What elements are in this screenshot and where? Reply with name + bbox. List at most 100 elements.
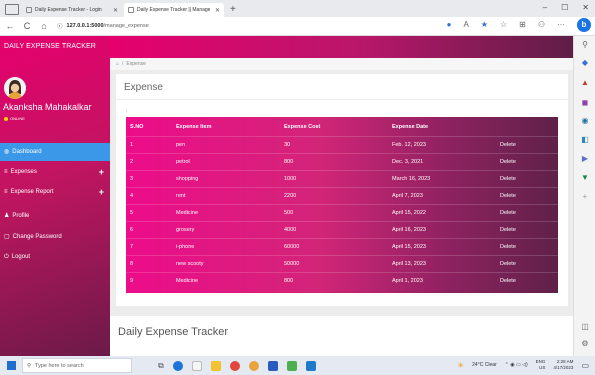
sidebar-item-label: Expense Report (10, 189, 54, 195)
split-screen-icon[interactable]: ◫ (580, 322, 590, 332)
delete-link[interactable]: Delete (500, 188, 516, 204)
table-header-row: S.NO Expense Item Expense Cost Expense D… (126, 117, 558, 136)
games-icon[interactable]: ◼ (580, 98, 590, 108)
new-tab-button[interactable]: + (230, 4, 236, 15)
window-controls: – ☐ ✕ (543, 3, 589, 12)
windows-logo-icon (6, 361, 16, 370)
store-icon[interactable] (305, 360, 316, 371)
site-info-icon[interactable]: ⓘ (57, 22, 63, 30)
back-button[interactable]: ← (3, 21, 17, 31)
delete-link[interactable]: Delete (500, 273, 516, 289)
notification-icon[interactable]: ▭ (581, 361, 589, 370)
edge-icon[interactable] (172, 360, 183, 371)
drop-icon[interactable]: ▶ (580, 154, 590, 164)
header-sno: S.NO (130, 123, 144, 130)
read-aloud-icon[interactable]: A (463, 20, 468, 29)
table-row: 3 shopping 1000 March 16, 2023 Delete (126, 170, 558, 187)
settings-gear-icon[interactable]: ⚙ (580, 339, 590, 349)
extension-icon[interactable]: ● (447, 20, 452, 29)
task-view-icon[interactable]: ⧉ (158, 361, 164, 371)
tree-icon[interactable]: ▼ (580, 173, 590, 183)
taskbar-search-field[interactable]: ⚲ Type here to search (22, 358, 132, 373)
sidebar-item-label: Dashboard (12, 149, 42, 155)
favorites-icon[interactable]: ☆ (500, 20, 507, 29)
expand-plus-icon[interactable]: + (99, 163, 104, 181)
clipboard-icon: ▢ (4, 234, 10, 240)
maximize-button[interactable]: ☐ (561, 3, 568, 12)
list-icon: ≡ (4, 189, 8, 195)
cell-date: Dec. 3, 2021 (392, 159, 424, 165)
cell-item: rent (176, 193, 186, 199)
opera-icon[interactable] (229, 360, 240, 371)
delete-link[interactable]: Delete (500, 137, 516, 153)
files-icon[interactable] (191, 360, 202, 371)
header-cost: Expense Cost (284, 123, 321, 130)
start-button[interactable] (0, 356, 22, 375)
delete-link[interactable]: Delete (500, 239, 516, 255)
tray-icons[interactable]: ⌃ ◉ ▭ ◁) (505, 362, 528, 368)
home-button[interactable]: ⌂ (37, 21, 51, 31)
more-menu-icon[interactable]: ··· (557, 20, 565, 29)
avatar (4, 77, 26, 99)
cell-item: petrol (176, 159, 190, 165)
search-icon[interactable]: ⚲ (580, 40, 590, 50)
collections-icon[interactable]: ⊞ (519, 20, 526, 29)
tools-icon[interactable]: ▲ (580, 78, 590, 88)
add-sidebar-app-icon[interactable]: + (580, 192, 590, 202)
tab-close-icon[interactable]: ✕ (113, 7, 118, 14)
outlook-icon[interactable]: ◧ (580, 135, 590, 145)
delete-link[interactable]: Delete (500, 154, 516, 170)
tab-login[interactable]: Daily Expense Tracker - Login ✕ (22, 3, 122, 17)
tab-actions-icon[interactable] (5, 4, 19, 15)
sidebar-item-profile[interactable]: ♟ Profile (0, 207, 110, 225)
table-row: 4 rent 2200 April 7, 2023 Delete (126, 187, 558, 204)
clock[interactable]: 2:28 AM 4/17/2023 (553, 359, 573, 371)
online-dot-icon (4, 116, 8, 121)
sidebar-item-label: Change Password (12, 234, 62, 240)
url-field[interactable]: ⓘ 127.0.0.1:5000 /manage_expense (57, 20, 387, 33)
app-sidebar: DAILY EXPENSE TRACKER Akanksha Mahakalka… (0, 36, 110, 356)
app-brand[interactable]: DAILY EXPENSE TRACKER (0, 36, 110, 58)
table-row: 2 petrol 800 Dec. 3, 2021 Delete (126, 153, 558, 170)
breadcrumb-current: Expense (126, 61, 146, 67)
favorite-star-icon[interactable]: ★ (481, 20, 488, 29)
close-window-button[interactable]: ✕ (582, 3, 589, 12)
sidebar-item-expenses[interactable]: ≡ Expenses + (0, 163, 110, 181)
delete-link[interactable]: Delete (500, 171, 516, 187)
cell-item: grosery (176, 227, 195, 233)
weather-text[interactable]: 24°C Clear (472, 362, 497, 368)
table-row: 7 i-phone 60000 April 15, 2023 Delete (126, 238, 558, 255)
sidebar-item-logout[interactable]: ⏻ Logout (0, 248, 110, 266)
home-icon[interactable]: ⌂ (116, 58, 119, 70)
delete-link[interactable]: Delete (500, 222, 516, 238)
cell-date: April 15, 2023 (392, 244, 426, 250)
minimize-button[interactable]: – (543, 3, 547, 12)
vscode-icon[interactable] (267, 360, 278, 371)
refresh-button[interactable]: C (20, 21, 34, 31)
cell-date: March 16, 2023 (392, 176, 431, 182)
sidebar-item-change-password[interactable]: ▢ Change Password (0, 228, 110, 246)
tab-label: Daily Expense Tracker || Manage (137, 7, 211, 13)
shopping-tag-icon[interactable]: ◆ (580, 58, 590, 68)
expand-plus-icon[interactable]: + (99, 183, 104, 201)
sidebar-item-dashboard[interactable]: ◍ Dashboard (0, 143, 110, 161)
content-header-bar (110, 36, 573, 58)
photos-icon[interactable] (286, 360, 297, 371)
delete-link[interactable]: Delete (500, 256, 516, 272)
sidebar-item-label: Expenses (10, 169, 37, 175)
tab-close-icon[interactable]: ✕ (215, 7, 220, 14)
sidebar-item-expense-report[interactable]: ≡ Expense Report + (0, 183, 110, 201)
delete-link[interactable]: Delete (500, 205, 516, 221)
file-explorer-icon[interactable] (210, 360, 221, 371)
language-indicator[interactable]: ENG US (536, 359, 546, 371)
table-row: 5 Medicine 500 April 15, 2022 Delete (126, 204, 558, 221)
tab-manage-expense[interactable]: Daily Expense Tracker || Manage ✕ (124, 3, 224, 17)
search-icon: ⚲ (27, 362, 32, 369)
bing-chat-button[interactable]: b (577, 18, 591, 32)
chrome-icon[interactable] (248, 360, 259, 371)
profile-icon[interactable]: ⚇ (538, 20, 545, 29)
table-row: 8 new scooty 50000 April 13, 2023 Delete (126, 255, 558, 272)
header-item: Expense Item (176, 123, 212, 130)
expense-table: S.NO Expense Item Expense Cost Expense D… (126, 117, 558, 293)
office-icon[interactable]: ◉ (580, 116, 590, 126)
